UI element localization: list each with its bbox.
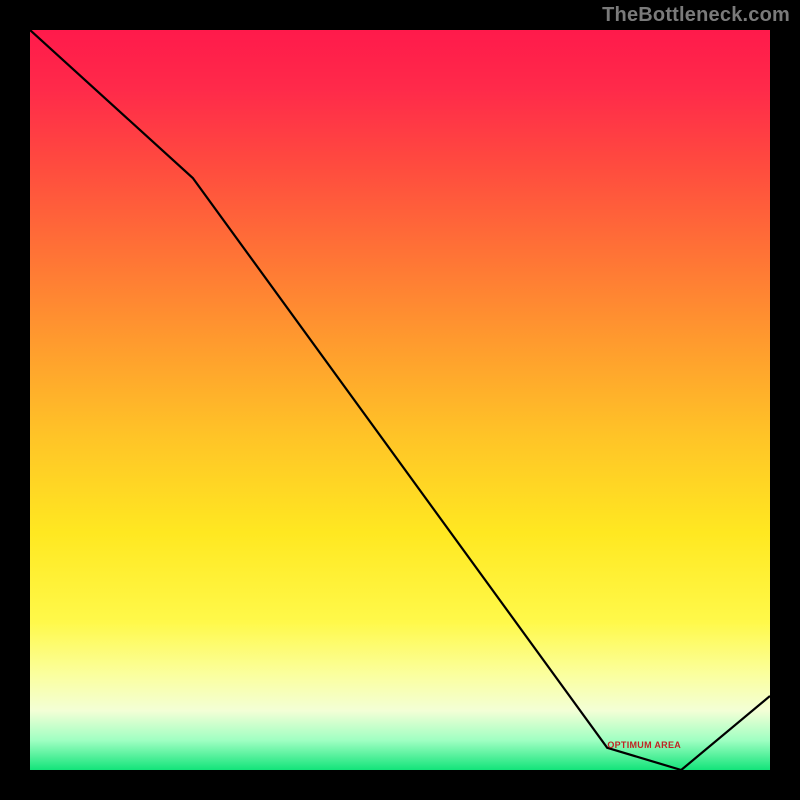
chart-plot-area: OPTIMUM AREA	[30, 30, 770, 770]
watermark-label: TheBottleneck.com	[602, 4, 790, 27]
optimum-area-annotation: OPTIMUM AREA	[607, 740, 681, 750]
bottleneck-curve	[30, 30, 770, 770]
chart-svg-layer: OPTIMUM AREA	[30, 30, 770, 770]
chart-frame: TheBottleneck.com OPTIMUM AREA	[0, 0, 800, 800]
